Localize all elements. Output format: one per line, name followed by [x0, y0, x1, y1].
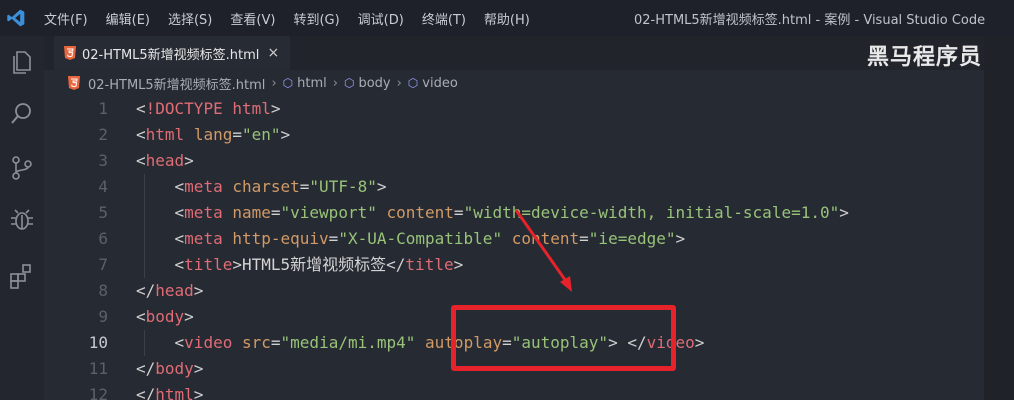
vscode-window: 文件(F) 编辑(E) 选择(S) 查看(V) 转到(G) 调试(D) 终端(T… — [0, 0, 1014, 400]
annotation-highlight-box — [451, 305, 676, 371]
